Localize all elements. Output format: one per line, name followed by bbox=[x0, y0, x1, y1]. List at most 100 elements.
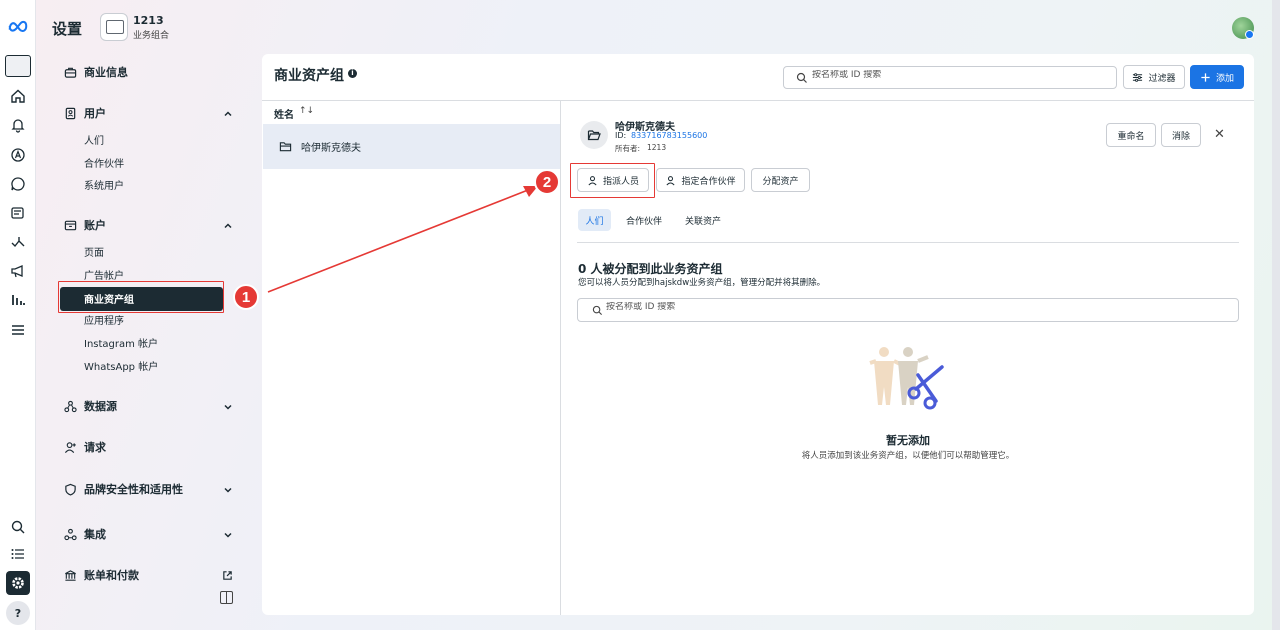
assigned-count-title: 0 人被分配到此业务资产组 bbox=[578, 262, 723, 276]
empty-state-subtitle: 将人员添加到该业务资产组，以便他们可以帮助管理它。 bbox=[801, 451, 1015, 461]
name-column-header[interactable]: 姓名 bbox=[274, 106, 294, 121]
asset-group-avatar bbox=[580, 121, 608, 149]
people-search-input[interactable] bbox=[606, 302, 886, 312]
briefcase-icon bbox=[64, 67, 77, 78]
owner-value: 1213 bbox=[647, 143, 667, 152]
list-item-name: 哈伊斯克德夫 bbox=[301, 143, 361, 154]
tab-partners[interactable]: 合作伙伴 bbox=[620, 209, 668, 231]
section-title: 商业资产组 bbox=[274, 68, 344, 84]
window-scrollbar[interactable] bbox=[1272, 0, 1280, 630]
delete-button-label: 消除 bbox=[1171, 131, 1190, 142]
list-item[interactable]: 哈伊斯克德夫 bbox=[263, 124, 560, 169]
nav-business-info[interactable]: 商业信息 bbox=[64, 62, 128, 82]
nav-users[interactable]: 用户 bbox=[64, 103, 106, 123]
person-icon bbox=[666, 175, 676, 185]
nav-instagram-accounts[interactable]: Instagram 帐户 bbox=[84, 337, 158, 353]
collapse-sidebar-icon[interactable] bbox=[220, 591, 233, 604]
chevron-up-icon[interactable] bbox=[222, 108, 234, 120]
nav-whatsapp-accounts[interactable]: WhatsApp 帐户 bbox=[84, 360, 158, 376]
nav-requests-label: 请求 bbox=[84, 441, 106, 454]
nav-integrations-label: 集成 bbox=[84, 528, 106, 541]
business-portfolio-avatar[interactable] bbox=[100, 13, 128, 41]
filter-sliders-icon bbox=[1133, 72, 1143, 82]
meta-logo-icon[interactable] bbox=[6, 14, 30, 38]
annotation-box-2 bbox=[570, 163, 655, 198]
nav-partners[interactable]: 合作伙伴 bbox=[84, 157, 124, 173]
bank-icon bbox=[65, 569, 76, 581]
nav-accounts-label: 账户 bbox=[84, 219, 106, 232]
add-button[interactable]: 添加 bbox=[1190, 65, 1244, 89]
content-icon[interactable] bbox=[6, 201, 30, 225]
tab-linked-assets[interactable]: 关联资产 bbox=[678, 209, 728, 231]
delete-button[interactable]: 消除 bbox=[1161, 123, 1201, 147]
tab-divider bbox=[577, 242, 1239, 243]
people-search[interactable] bbox=[577, 298, 1239, 322]
owner-label: 所有者: bbox=[615, 144, 641, 153]
nav-accounts[interactable]: 账户 bbox=[64, 215, 106, 235]
annotation-badge-1: 1 bbox=[233, 284, 259, 310]
chat-icon[interactable] bbox=[6, 172, 30, 196]
tab-people[interactable]: 人们 bbox=[578, 209, 611, 231]
empty-state-title: 暂无添加 bbox=[886, 434, 930, 447]
nav-apps[interactable]: 应用程序 bbox=[84, 314, 124, 330]
assign-assets-label: 分配资产 bbox=[762, 176, 799, 187]
nav-data-sources[interactable]: 数据源 bbox=[64, 396, 117, 416]
empty-state-illustration bbox=[869, 347, 944, 410]
business-subtitle: 业务组合 bbox=[133, 31, 170, 41]
nav-billing-label: 账单和付款 bbox=[84, 569, 139, 582]
asset-group-search[interactable] bbox=[783, 66, 1117, 89]
nav-requests[interactable]: 请求 bbox=[64, 437, 106, 457]
left-rail: ? bbox=[0, 0, 36, 630]
facebook-badge-icon bbox=[1245, 30, 1254, 39]
settings-gear-icon[interactable] bbox=[6, 571, 30, 595]
nav-brand-safety[interactable]: 品牌安全性和适用性 bbox=[64, 479, 183, 499]
list-icon[interactable] bbox=[6, 542, 30, 566]
rename-button[interactable]: 重命名 bbox=[1106, 123, 1156, 147]
business-name[interactable]: 1213 bbox=[133, 14, 164, 27]
sort-icon[interactable]: ↑↓ bbox=[299, 106, 314, 116]
data-sources-icon bbox=[64, 400, 77, 412]
asset-group-id-label: ID: bbox=[615, 131, 627, 140]
search-icon[interactable] bbox=[6, 515, 30, 539]
external-link-icon[interactable] bbox=[222, 570, 233, 581]
chevron-down-icon[interactable] bbox=[222, 401, 234, 413]
nav-billing[interactable]: 账单和付款 bbox=[64, 565, 139, 585]
nav-pages[interactable]: 页面 bbox=[84, 246, 104, 262]
help-icon[interactable]: ? bbox=[6, 601, 30, 625]
asset-group-id[interactable]: 833716783155600 bbox=[631, 131, 707, 140]
person-add-icon bbox=[64, 441, 76, 453]
assign-assets-button[interactable]: 分配资产 bbox=[751, 168, 810, 192]
close-icon[interactable]: ✕ bbox=[1213, 128, 1226, 141]
assign-partner-label: 指定合作伙伴 bbox=[681, 176, 736, 187]
page-title: 设置 bbox=[52, 20, 83, 38]
assigned-count-subtitle: 您可以将人员分配到hajskdw业务资产组，管理分配并将其删除。 bbox=[578, 278, 826, 288]
filter-button-label: 过滤器 bbox=[1148, 73, 1176, 84]
home-icon[interactable] bbox=[6, 84, 30, 108]
folder-open-icon bbox=[587, 130, 601, 141]
megaphone-icon[interactable] bbox=[6, 259, 30, 283]
menu-icon[interactable] bbox=[6, 318, 30, 342]
filter-button[interactable]: 过滤器 bbox=[1123, 65, 1185, 89]
chevron-down-icon[interactable] bbox=[222, 529, 234, 541]
search-icon bbox=[592, 305, 603, 316]
nav-system-users[interactable]: 系统用户 bbox=[84, 179, 124, 195]
nav-integrations[interactable]: 集成 bbox=[64, 524, 106, 544]
rename-button-label: 重命名 bbox=[1117, 131, 1145, 142]
bar-chart-icon[interactable] bbox=[6, 288, 30, 312]
ads-icon[interactable] bbox=[6, 143, 30, 167]
plus-icon bbox=[1201, 72, 1210, 82]
nav-people[interactable]: 人们 bbox=[84, 134, 104, 150]
assign-partner-button[interactable]: 指定合作伙伴 bbox=[656, 168, 745, 192]
integrations-icon bbox=[64, 528, 77, 540]
chevron-down-icon[interactable] bbox=[222, 484, 234, 496]
info-icon[interactable]: i bbox=[348, 69, 357, 78]
insights-icon[interactable] bbox=[6, 230, 30, 254]
nav-data-sources-label: 数据源 bbox=[84, 400, 117, 413]
nav-business-info-label: 商业信息 bbox=[84, 66, 128, 79]
nav-brand-safety-label: 品牌安全性和适用性 bbox=[84, 483, 183, 496]
shield-icon bbox=[65, 483, 76, 496]
chevron-up-icon[interactable] bbox=[222, 220, 234, 232]
business-portfolio-icon[interactable] bbox=[5, 55, 31, 77]
bell-icon[interactable] bbox=[6, 113, 30, 137]
search-input[interactable] bbox=[812, 70, 1092, 80]
